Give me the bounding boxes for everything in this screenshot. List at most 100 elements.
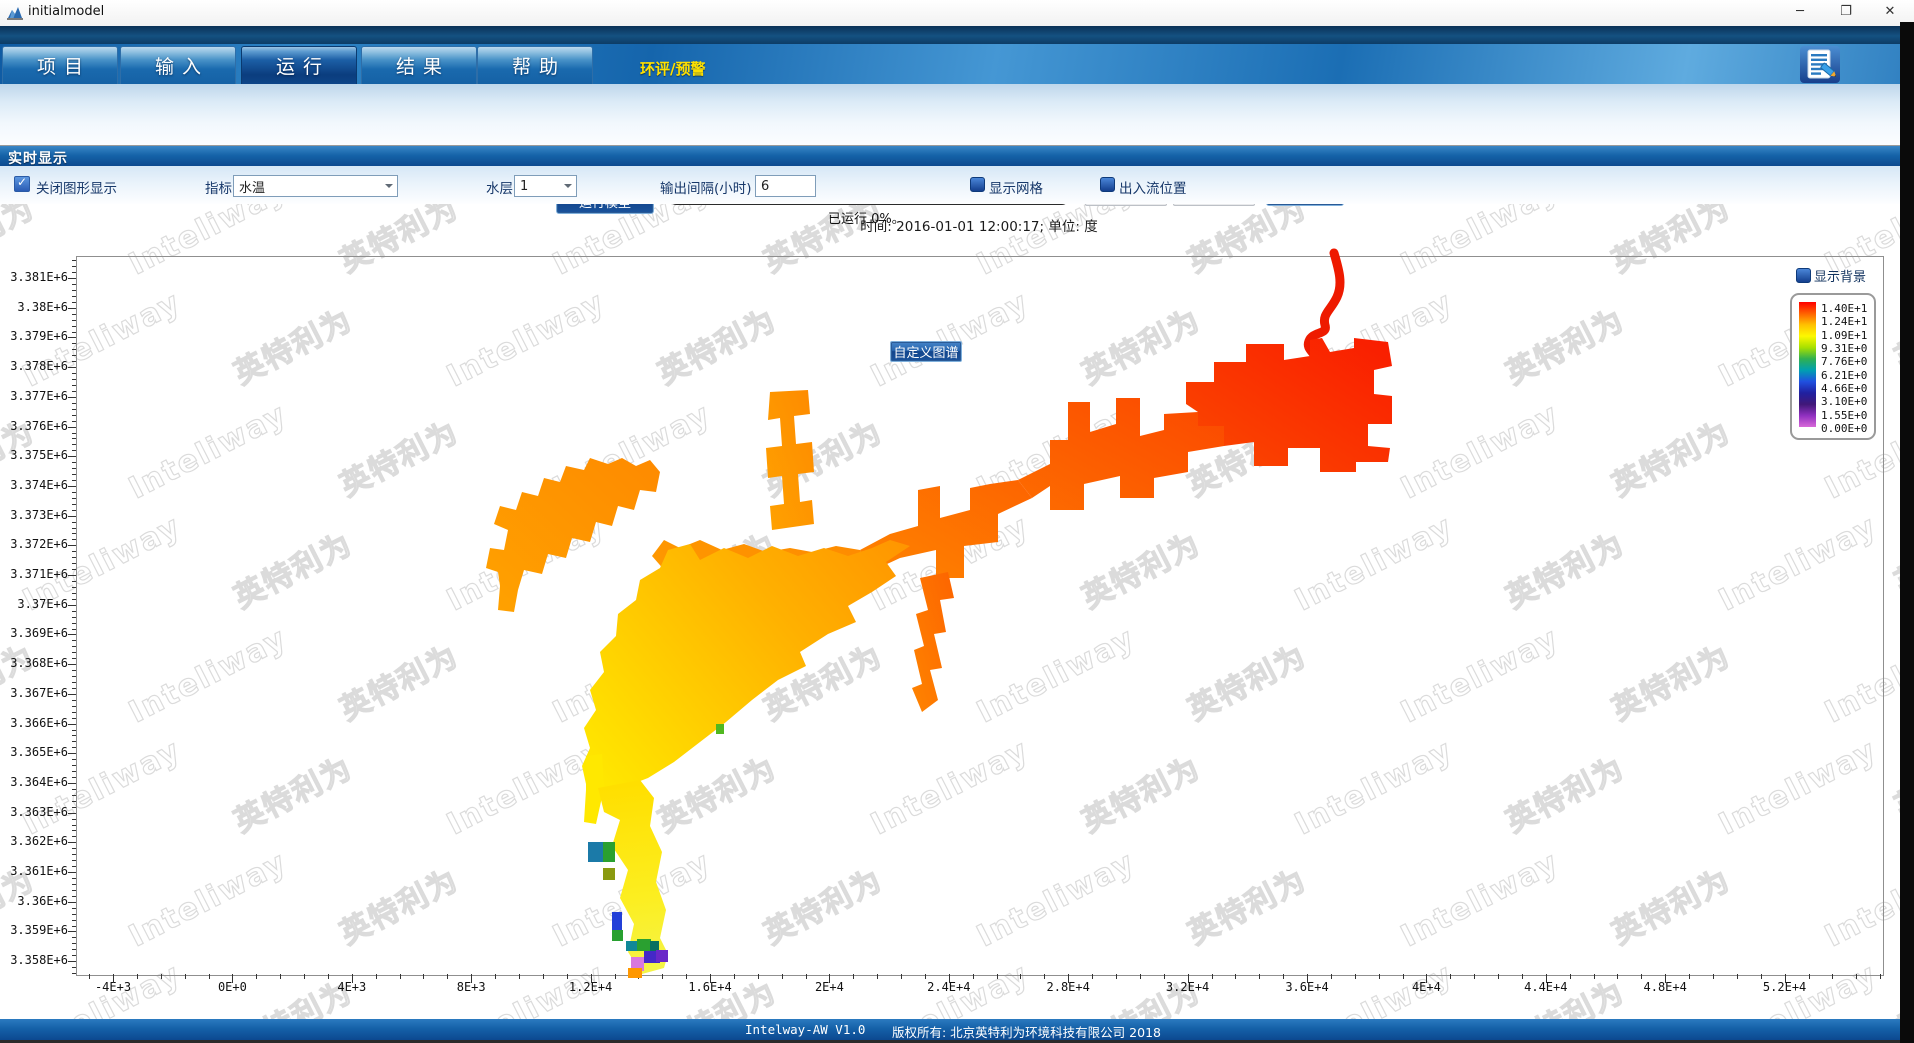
y-major-tick (68, 367, 76, 368)
y-major-tick (68, 427, 76, 428)
y-axis-label: 3.371E+6 (2, 567, 68, 581)
y-major-tick (68, 456, 76, 457)
y-axis-label: 3.381E+6 (2, 270, 68, 284)
y-axis-label: 3.374E+6 (2, 478, 68, 492)
y-axis-label: 3.369E+6 (2, 626, 68, 640)
x-axis-label: 4.8E+4 (1644, 980, 1687, 994)
y-major-tick (68, 813, 76, 814)
y-axis-label: 3.36E+6 (2, 894, 68, 908)
legend-color-bar (1799, 302, 1816, 427)
x-axis-label: 2.4E+4 (927, 980, 970, 994)
y-axis-label: 3.379E+6 (2, 329, 68, 343)
watermark-text: 英特利为 (0, 407, 41, 504)
y-major-tick (68, 634, 76, 635)
realtime-section-title: 实时显示 (8, 148, 68, 168)
y-major-tick (68, 694, 76, 695)
indicator-select[interactable]: 水温 (233, 175, 398, 197)
chart-time-label: 时间: 2016-01-01 12:00:17; 单位: 度 (76, 215, 1882, 235)
y-axis-label: 3.375E+6 (2, 448, 68, 462)
y-major-tick (68, 605, 76, 606)
realtime-controls: 关闭图形显示 指标 水温 水层 1 输出间隔(小时) 自定义图谱 显示网格 出入… (0, 166, 1914, 204)
restore-button[interactable]: ❐ (1828, 0, 1864, 24)
x-axis-label: 1.2E+4 (569, 980, 612, 994)
app-logo-icon (7, 5, 23, 21)
y-axis-label: 3.373E+6 (2, 508, 68, 522)
y-axis-label: 3.365E+6 (2, 745, 68, 759)
application-window: 英特利为Inteliway英特利为Inteliway英特利为Inteliway英… (0, 0, 1914, 1043)
tab-project[interactable]: 项目 (2, 46, 118, 84)
watermark-text: 英特利为 (0, 631, 41, 728)
y-axis-label: 3.372E+6 (2, 537, 68, 551)
y-major-tick (68, 664, 76, 665)
y-major-tick (68, 753, 76, 754)
watermark-text: 英特利为 (0, 855, 41, 952)
window-title: initialmodel (28, 4, 104, 19)
tab-help[interactable]: 帮助 (477, 46, 593, 84)
x-axis-label: -4E+3 (95, 980, 131, 994)
run-toolbar: 运行模型 已运行 0%。 暂停运行 终止运行 错误信息 (0, 84, 1914, 145)
y-axis-label: 3.364E+6 (2, 775, 68, 789)
y-major-tick (68, 516, 76, 517)
y-axis-label: 3.362E+6 (2, 834, 68, 848)
y-major-tick (68, 842, 76, 843)
main-menu-bar: 项目 输入 运行 结果 帮助 (0, 44, 1914, 84)
interval-label: 输出间隔(小时) (660, 177, 752, 197)
x-axis-label: 0E+0 (218, 980, 247, 994)
plot-area-border (76, 256, 1884, 976)
right-edge (1900, 22, 1914, 1043)
y-major-tick (68, 575, 76, 576)
y-axis-label: 3.367E+6 (2, 686, 68, 700)
y-axis-label: 3.37E+6 (2, 597, 68, 611)
show-background-checkbox[interactable] (1796, 268, 1811, 283)
minimize-button[interactable]: ─ (1782, 0, 1818, 24)
y-axis-label: 3.361E+6 (2, 864, 68, 878)
interval-input[interactable] (755, 175, 816, 197)
app-version: Intelway-AW V1.0 (745, 1022, 865, 1037)
y-major-tick (68, 337, 76, 338)
inout-flow-label: 出入流位置 (1119, 177, 1187, 197)
layer-label: 水层 (486, 177, 513, 197)
indicator-select-value: 水温 (239, 177, 265, 196)
y-axis-label: 3.358E+6 (2, 953, 68, 967)
y-major-tick (68, 902, 76, 903)
y-axis-label: 3.368E+6 (2, 656, 68, 670)
close-graph-label: 关闭图形显示 (36, 177, 117, 197)
y-major-tick (68, 486, 76, 487)
x-axis-label: 2E+4 (815, 980, 844, 994)
x-axis-label: 4E+4 (1412, 980, 1441, 994)
y-major-tick (68, 724, 76, 725)
x-axis-label: 4E+3 (337, 980, 366, 994)
show-background-label: 显示背景 (1814, 266, 1866, 285)
y-axis-label: 3.366E+6 (2, 716, 68, 730)
close-button[interactable]: ✕ (1872, 0, 1908, 24)
x-axis-label: 4.4E+4 (1524, 980, 1567, 994)
y-axis-label: 3.377E+6 (2, 389, 68, 403)
indicator-label: 指标 (205, 177, 232, 197)
x-axis-label: 8E+3 (457, 980, 486, 994)
y-major-tick (68, 872, 76, 873)
tab-input[interactable]: 输入 (120, 46, 236, 84)
y-major-tick (68, 308, 76, 309)
y-major-tick (68, 783, 76, 784)
x-axis-label: 3.2E+4 (1166, 980, 1209, 994)
tab-run[interactable]: 运行 (241, 46, 357, 84)
y-axis-label: 3.363E+6 (2, 805, 68, 819)
y-major-tick (68, 931, 76, 932)
y-axis-label: 3.378E+6 (2, 359, 68, 373)
tab-env-warning[interactable]: 环评/预警 (640, 58, 705, 79)
x-axis-label: 2.8E+4 (1047, 980, 1090, 994)
x-axis-label: 5.2E+4 (1763, 980, 1806, 994)
realtime-section-header: 实时显示 (0, 145, 1914, 167)
tab-results[interactable]: 结果 (361, 46, 477, 84)
y-axis-label: 3.38E+6 (2, 300, 68, 314)
y-major-tick (68, 397, 76, 398)
layer-select[interactable]: 1 (514, 175, 577, 197)
header-strip (0, 26, 1914, 44)
y-major-tick (68, 278, 76, 279)
inout-flow-checkbox[interactable] (1100, 177, 1115, 192)
y-axis-label: 3.359E+6 (2, 923, 68, 937)
window-titlebar: initialmodel ─ ❐ ✕ (0, 0, 1914, 26)
close-graph-checkbox[interactable] (14, 176, 30, 192)
report-edit-icon-button[interactable] (1800, 46, 1840, 83)
show-grid-checkbox[interactable] (970, 177, 985, 192)
